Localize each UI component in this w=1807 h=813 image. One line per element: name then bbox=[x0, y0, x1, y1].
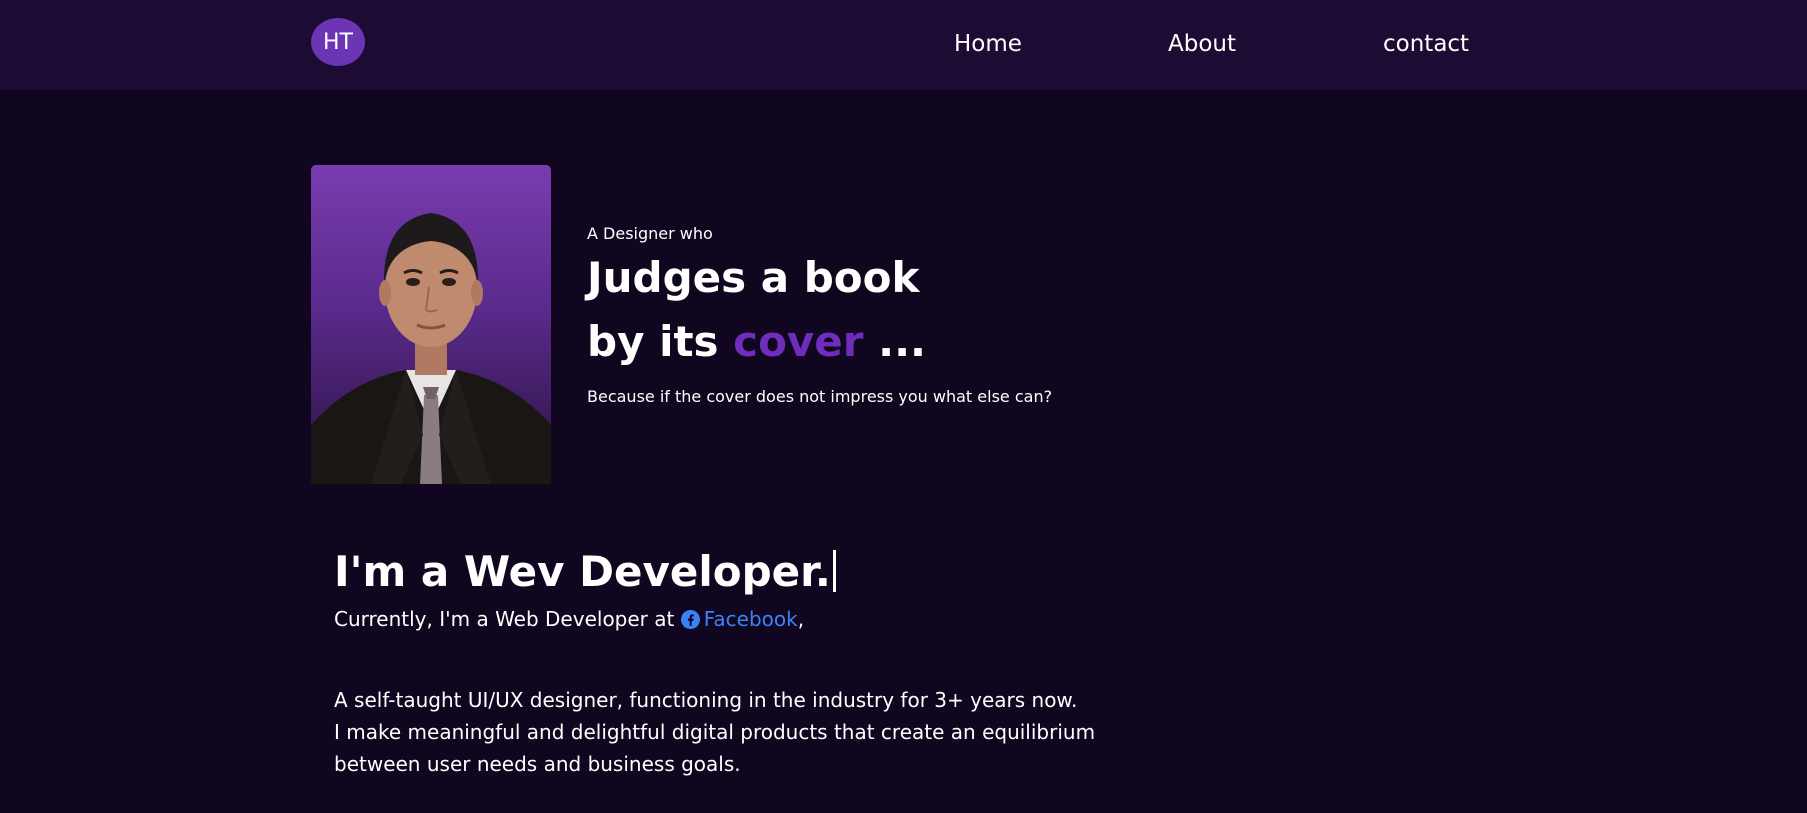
typing-role-heading: I'm a Wev Developer. bbox=[334, 546, 836, 598]
headline-prefix: by its bbox=[587, 317, 734, 366]
current-role-suffix: , bbox=[797, 607, 805, 631]
facebook-link-text: Facebook bbox=[703, 607, 798, 631]
profile-photo bbox=[311, 165, 551, 484]
navbar: HT Home About contact bbox=[0, 0, 1807, 90]
role-heading-text: I'm a Wev Developer. bbox=[334, 547, 831, 596]
hero-headline-line2: by its cover ... bbox=[587, 316, 926, 368]
current-role-line: Currently, I'm a Web Developer at Facebo… bbox=[334, 606, 804, 632]
bio-paragraph: A self-taught UI/UX designer, functionin… bbox=[334, 684, 1096, 780]
hero-eyebrow: A Designer who bbox=[587, 224, 713, 243]
facebook-icon bbox=[680, 609, 700, 629]
hero-tagline: Because if the cover does not impress yo… bbox=[587, 387, 1053, 406]
logo-text: HT bbox=[323, 29, 353, 55]
nav-link-home[interactable]: Home bbox=[954, 29, 1022, 59]
facebook-link[interactable]: Facebook bbox=[680, 607, 798, 631]
current-role-prefix: Currently, I'm a Web Developer at bbox=[334, 607, 681, 631]
headline-suffix: ... bbox=[863, 317, 926, 366]
nav-link-about[interactable]: About bbox=[1168, 29, 1236, 59]
hero-headline-line1: Judges a book bbox=[587, 253, 920, 302]
nav-link-contact[interactable]: contact bbox=[1383, 29, 1469, 59]
bio-line: A self-taught UI/UX designer, functionin… bbox=[334, 688, 1078, 712]
bio-line: between user needs and business goals. bbox=[334, 752, 741, 776]
typing-caret bbox=[832, 550, 836, 592]
bio-line: I make meaningful and delightful digital… bbox=[334, 720, 1096, 744]
logo-badge[interactable]: HT bbox=[311, 18, 365, 66]
headline-accent-word: cover bbox=[733, 317, 864, 366]
